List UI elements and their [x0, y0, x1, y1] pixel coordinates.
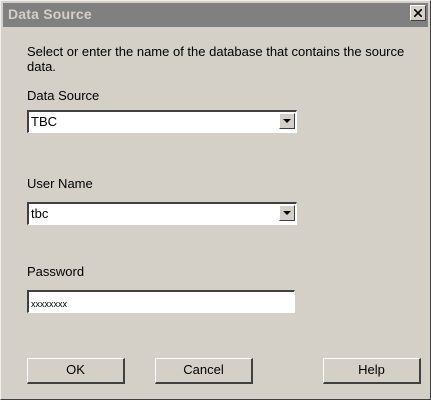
data-source-value[interactable]: TBC: [31, 114, 57, 130]
user-name-label: User Name: [27, 176, 93, 191]
chevron-down-icon: [283, 211, 291, 215]
close-button[interactable]: [410, 5, 426, 21]
title-bar[interactable]: Data Source: [3, 3, 428, 27]
cancel-button[interactable]: Cancel: [155, 358, 253, 384]
user-name-value[interactable]: tbc: [31, 206, 48, 222]
data-source-dialog: Data Source Select or enter the name of …: [0, 0, 431, 400]
password-field[interactable]: xxxxxxxx: [27, 290, 295, 313]
dialog-description: Select or enter the name of the database…: [27, 44, 405, 74]
data-source-label: Data Source: [27, 88, 100, 103]
dialog-title: Data Source: [8, 6, 92, 22]
help-button[interactable]: Help: [323, 358, 421, 384]
user-name-dropdown-button[interactable]: [279, 205, 295, 221]
close-icon: [414, 9, 422, 17]
data-source-dropdown-button[interactable]: [279, 113, 295, 129]
password-label: Password: [27, 264, 85, 279]
chevron-down-icon: [283, 119, 291, 123]
password-value[interactable]: xxxxxxxx: [31, 296, 67, 312]
data-source-combobox[interactable]: TBC: [27, 110, 297, 133]
ok-button[interactable]: OK: [27, 358, 125, 384]
user-name-combobox[interactable]: tbc: [27, 202, 297, 225]
